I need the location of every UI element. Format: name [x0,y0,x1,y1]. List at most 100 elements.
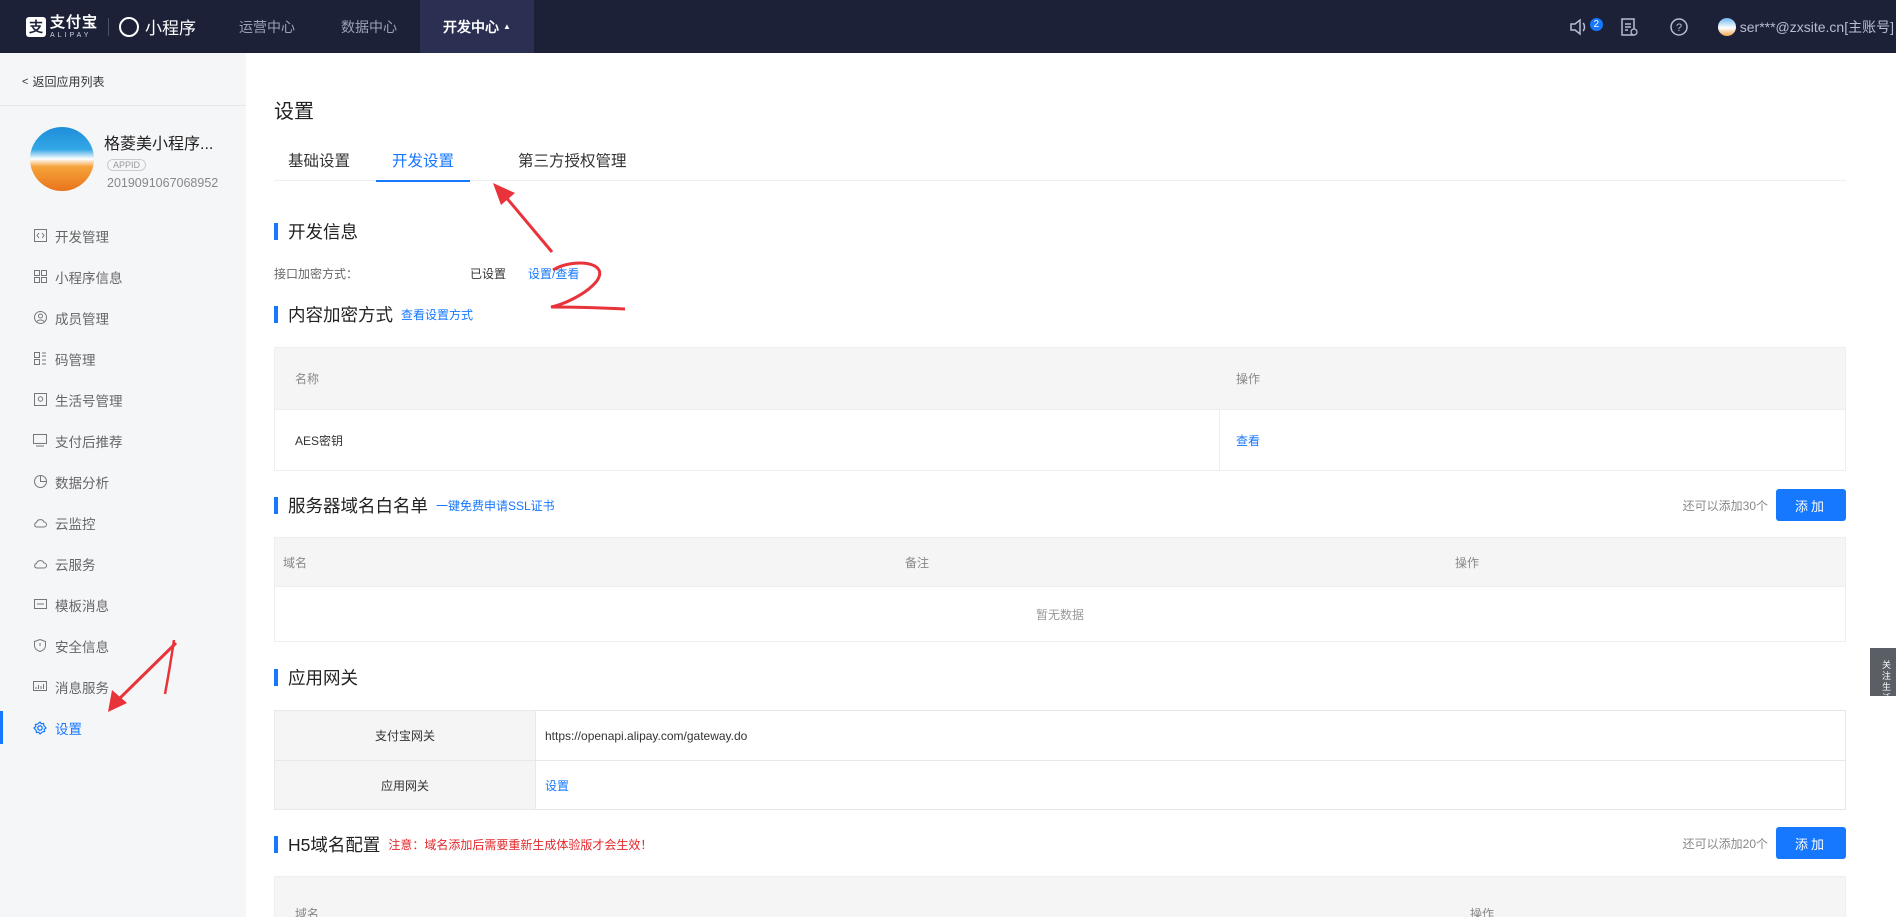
encryption-row: 接口加密方式： 已设置 设置/查看 [274,265,579,282]
nav-tab-operations[interactable]: 运营中心 [216,0,318,53]
server-whitelist-table: 域名 备注 操作 暂无数据 [274,537,1846,642]
follow-life-account-float[interactable]: 关注生活号 [1870,648,1896,696]
signal-icon [33,680,47,694]
add-h5-domain-button[interactable]: 添加 [1776,827,1846,859]
sidebar-item-mini-program-info[interactable]: 小程序信息 [0,256,246,297]
server-whitelist-add-area: 还可以添加30个 添加 [1683,489,1846,521]
tab-label: 第三方授权管理 [518,153,627,170]
sidebar-item-label: 云服务 [55,557,96,573]
back-to-app-list-link[interactable]: < 返回应用列表 [22,73,104,90]
sidebar-item-label: 成员管理 [55,311,109,327]
section-title: 服务器域名白名单 [288,496,428,516]
sidebar-item-label: 模板消息 [55,598,109,614]
tab-basic-settings[interactable]: 基础设置 [272,149,366,181]
tab-dev-settings[interactable]: 开发设置 [376,149,471,182]
cloud-icon [33,516,47,530]
section-server-whitelist: 服务器域名白名单 一键免费申请SSL证书 [274,493,555,518]
top-right-tools: 2 ? ser***@zxsite.cn[主账号] [1568,0,1896,53]
sidebar-item-template-message[interactable]: 模板消息 [0,584,246,625]
pie-chart-icon [33,475,47,489]
section-bar [274,836,278,853]
life-account-icon [33,393,47,407]
app-info: 格菱美小程序... APPID 2019091067068952 [104,127,218,191]
sidebar-item-code-management[interactable]: 码管理 [0,338,246,379]
table-header: 名称 操作 [275,348,1845,409]
app-gateway-label: 应用网关 [275,761,536,809]
column-header-remark: 备注 [905,555,930,570]
app-name: 格菱美小程序... [104,136,214,153]
sidebar-item-label: 云监控 [55,516,96,532]
encryption-label: 接口加密方式： [274,267,359,281]
qrcode-icon [33,352,47,366]
alipay-gateway-url: https://openapi.alipay.com/gateway.do [545,728,748,743]
nav-tab-dev-center[interactable]: 开发中心 ▲ [420,0,534,53]
nav-tab-label: 运营中心 [239,18,295,35]
sidebar-item-message-service[interactable]: 消息服务 [0,666,246,707]
mini-program-icon [119,16,140,37]
nav-tab-data[interactable]: 数据中心 [318,0,420,53]
sidebar-item-label: 支付后推荐 [55,434,123,450]
sidebar-item-cloud-service[interactable]: 云服务 [0,543,246,584]
sidebar-item-settings[interactable]: 设置 [0,707,246,748]
encryption-settings-link[interactable]: 设置/查看 [528,265,579,282]
add-server-domain-button[interactable]: 添加 [1776,489,1846,521]
alipay-wordmark-cn: 支付宝 [50,13,99,31]
section-title: 应用网关 [288,668,358,688]
h5-domain-warning: 注意：域名添加后需要重新生成体验版才会生效！ [388,838,653,852]
alipay-wordmark-en: ALIPAY [50,31,92,39]
section-bar [274,306,278,323]
page-title: 设置 [274,101,314,123]
alipay-logo-icon: 支 [26,16,46,37]
column-header-action: 操作 [1236,372,1261,386]
table-row: 支付宝网关 https://openapi.alipay.com/gateway… [275,711,1845,760]
user-email: ser***@zxsite.cn[主账号] [1739,18,1894,35]
help-icon[interactable]: ? [1668,16,1690,38]
section-gateway: 应用网关 [274,665,358,690]
ssl-cert-link[interactable]: 一键免费申请SSL证书 [436,497,555,514]
svg-text:?: ? [1676,22,1682,34]
nav-tab-label: 开发中心 [443,18,499,35]
logo-separator [108,17,110,36]
section-bar [274,669,278,686]
sidebar-item-label: 安全信息 [55,639,109,655]
aes-key-name: AES密钥 [275,409,1220,471]
app-card: 格菱美小程序... APPID 2019091067068952 [30,127,218,191]
section-bar [274,223,278,240]
table-row: 应用网关 设置 [275,760,1845,809]
view-setup-method-link[interactable]: 查看设置方式 [401,306,473,323]
sidebar-item-post-payment[interactable]: 支付后推荐 [0,420,246,461]
sidebar-item-label: 数据分析 [55,475,109,491]
appid-tag: APPID [107,159,147,171]
sidebar-item-security[interactable]: 安全信息 [0,625,246,666]
sidebar: < 返回应用列表 格菱美小程序... APPID 201909106706895… [0,53,246,917]
sidebar-divider [0,105,246,106]
sidebar-item-label: 小程序信息 [55,270,123,286]
encryption-status: 已设置 [470,267,507,281]
back-link-label: 返回应用列表 [32,75,105,89]
sidebar-item-members[interactable]: 成员管理 [0,297,246,338]
speaker-icon[interactable]: 2 [1568,16,1603,38]
tab-third-party-auth[interactable]: 第三方授权管理 [502,149,643,181]
sidebar-item-cloud-monitor[interactable]: 云监控 [0,502,246,543]
app-avatar [30,127,94,191]
document-icon[interactable] [1618,16,1640,38]
nav-tab-label: 数据中心 [341,18,397,35]
gear-icon [33,720,47,735]
sidebar-item-label: 码管理 [55,352,96,368]
sidebar-menu: 开发管理 小程序信息 成员管理 码管理 生活号管理 支付后推荐 数据分析 云监控… [0,215,246,748]
main-content: 设置 基础设置 开发设置 第三方授权管理 开发信息 接口加密方式： 已设置 设置… [246,53,1896,917]
user-account[interactable]: ser***@zxsite.cn[主账号] [1717,17,1894,37]
logo[interactable]: 支 支付宝 ALIPAY 小程序 [0,14,216,39]
sidebar-item-label: 开发管理 [55,229,109,245]
column-header-domain: 域名 [295,907,320,917]
empty-state: 暂无数据 [275,586,1845,641]
view-aes-key-link[interactable]: 查看 [1220,432,1260,449]
app-gateway-set-link[interactable]: 设置 [536,761,569,809]
sidebar-item-life-account[interactable]: 生活号管理 [0,379,246,420]
sidebar-item-label: 设置 [55,721,82,737]
sidebar-item-data-analysis[interactable]: 数据分析 [0,461,246,502]
sidebar-item-label: 生活号管理 [55,393,123,409]
column-header-action: 操作 [1470,907,1495,917]
section-title: H5域名配置 [288,835,381,855]
sidebar-item-dev-management[interactable]: 开发管理 [0,215,246,256]
